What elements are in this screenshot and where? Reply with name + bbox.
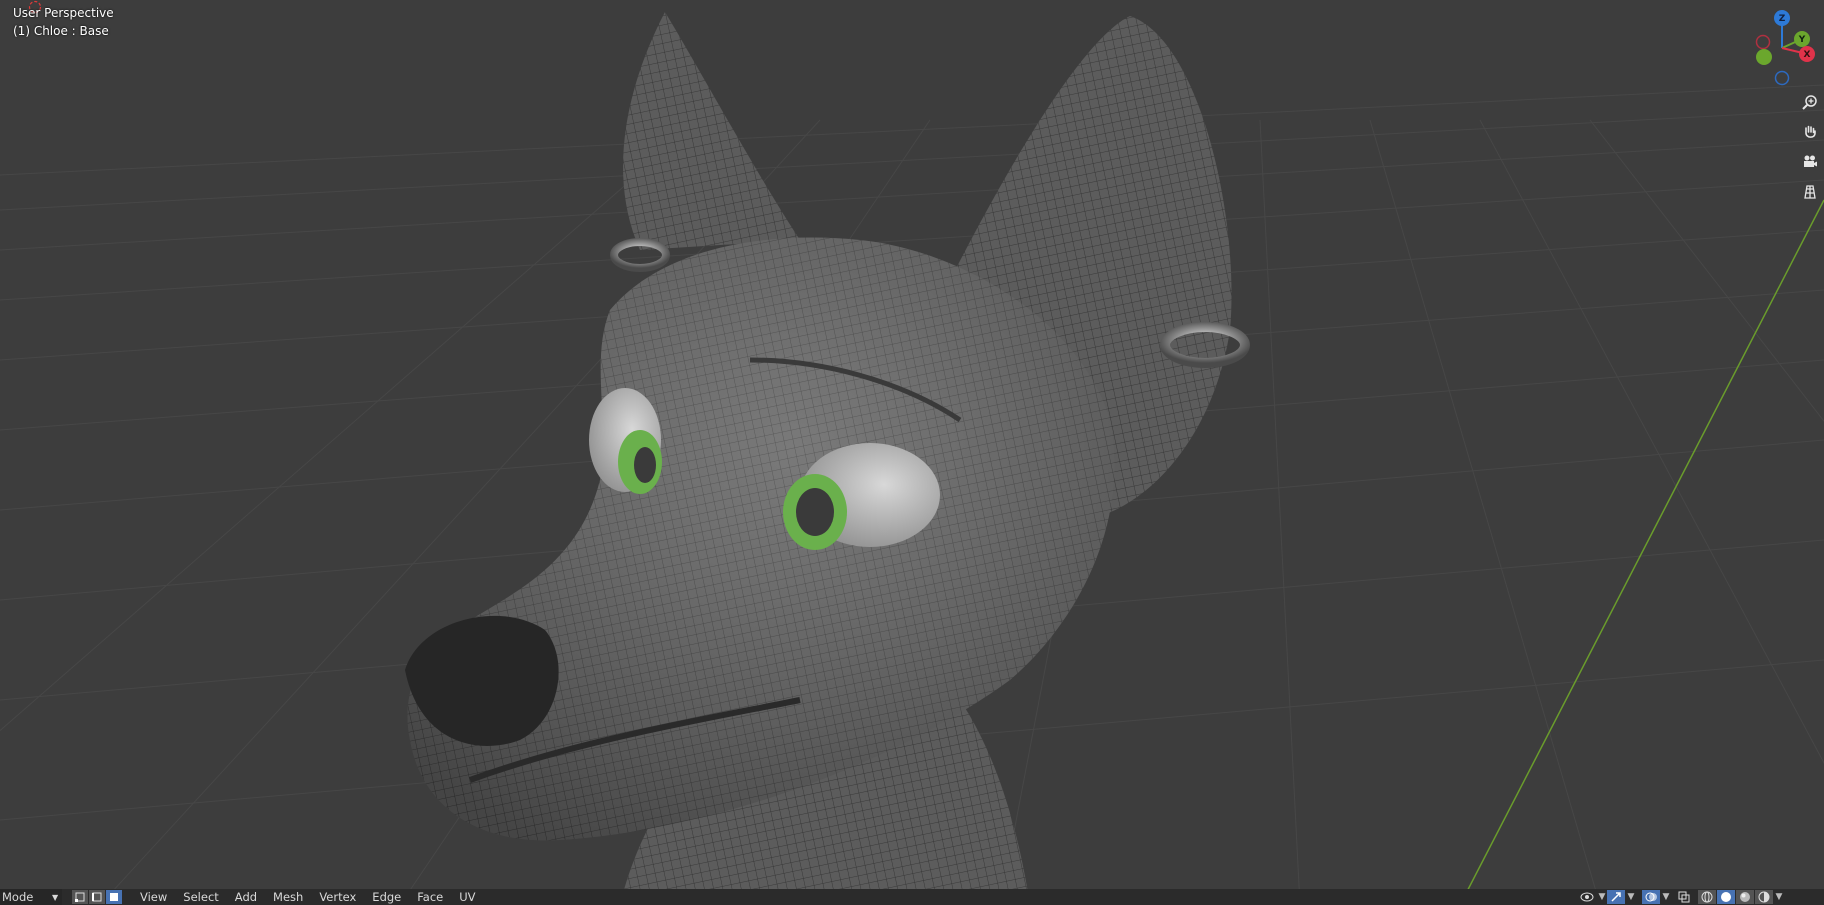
camera-icon — [1804, 155, 1817, 167]
y-axis-line — [1459, 199, 1824, 905]
edge-select-button[interactable] — [89, 890, 105, 904]
hand-pan-icon — [1805, 125, 1816, 138]
menu-mesh[interactable]: Mesh — [265, 889, 311, 905]
face-select-button[interactable] — [106, 890, 122, 904]
wireframe-sphere-icon — [1701, 891, 1713, 903]
view-name-label: User Perspective — [13, 6, 114, 20]
neg-x-handle[interactable] — [1755, 34, 1771, 50]
object-name-label: (1) Chloe : Base — [13, 24, 109, 38]
overlays-toggle-button[interactable] — [1642, 890, 1660, 904]
select-mode-group — [72, 890, 123, 904]
zoom-icon — [1802, 95, 1817, 110]
mode-label: Mode — [2, 890, 34, 904]
y-axis-label: Y — [1798, 35, 1806, 45]
neg-y-handle[interactable] — [1756, 49, 1772, 65]
xray-toggle-button[interactable] — [1675, 890, 1693, 904]
vertex-select-button[interactable] — [72, 890, 88, 904]
chevron-down-icon: ▼ — [52, 892, 59, 902]
z-axis-label: Z — [1779, 14, 1786, 24]
3d-viewport[interactable] — [0, 0, 1824, 905]
neg-z-handle[interactable] — [1774, 70, 1790, 86]
face-select-icon — [110, 893, 118, 901]
menu-vertex[interactable]: Vertex — [311, 889, 364, 905]
gizmo-arrow-icon — [1611, 892, 1621, 902]
menu-select[interactable]: Select — [175, 889, 226, 905]
camera-view-button[interactable] — [1798, 150, 1822, 174]
chevron-down-icon[interactable]: ▼ — [1774, 892, 1784, 902]
solid-shading-button[interactable] — [1717, 890, 1735, 904]
earring-left — [610, 238, 670, 272]
eye-icon — [1580, 892, 1594, 902]
gizmo-toggle-button[interactable] — [1607, 890, 1625, 904]
material-sphere-icon — [1740, 892, 1750, 902]
ortho-toggle-button[interactable] — [1798, 180, 1822, 204]
menu-view[interactable]: View — [132, 889, 175, 905]
pan-button[interactable] — [1798, 120, 1822, 144]
material-shading-button[interactable] — [1736, 890, 1754, 904]
wireframe-shading-button[interactable] — [1698, 890, 1716, 904]
solid-sphere-icon — [1721, 892, 1731, 902]
navigation-gizmo[interactable]: Z Y X — [1740, 6, 1824, 90]
menu-edge[interactable]: Edge — [364, 889, 409, 905]
viewport-header: Mode ▼ View Select Add Mesh Vertex Edge … — [0, 889, 1824, 905]
x-axis-label: X — [1804, 50, 1811, 60]
chevron-down-icon[interactable]: ▼ — [1597, 892, 1607, 902]
ortho-grid-icon — [1804, 185, 1816, 199]
menu-uv[interactable]: UV — [451, 889, 483, 905]
overlays-icon — [1645, 892, 1657, 902]
menu-add[interactable]: Add — [227, 889, 265, 905]
visibility-button[interactable] — [1578, 890, 1596, 904]
rendered-shading-button[interactable] — [1755, 890, 1773, 904]
overlay-tools: ▼ ▼ ▼ ▼ — [1578, 889, 1784, 905]
mode-dropdown[interactable]: Mode ▼ — [0, 889, 62, 905]
xray-icon — [1678, 891, 1690, 903]
edge-select-icon — [92, 892, 102, 902]
wolf-head-mesh — [405, 12, 1250, 905]
chevron-down-icon[interactable]: ▼ — [1661, 892, 1671, 902]
rendered-sphere-icon — [1758, 891, 1770, 903]
zoom-button[interactable] — [1798, 90, 1822, 114]
vertex-select-icon — [75, 892, 85, 902]
menu-face[interactable]: Face — [409, 889, 451, 905]
chevron-down-icon[interactable]: ▼ — [1626, 892, 1636, 902]
